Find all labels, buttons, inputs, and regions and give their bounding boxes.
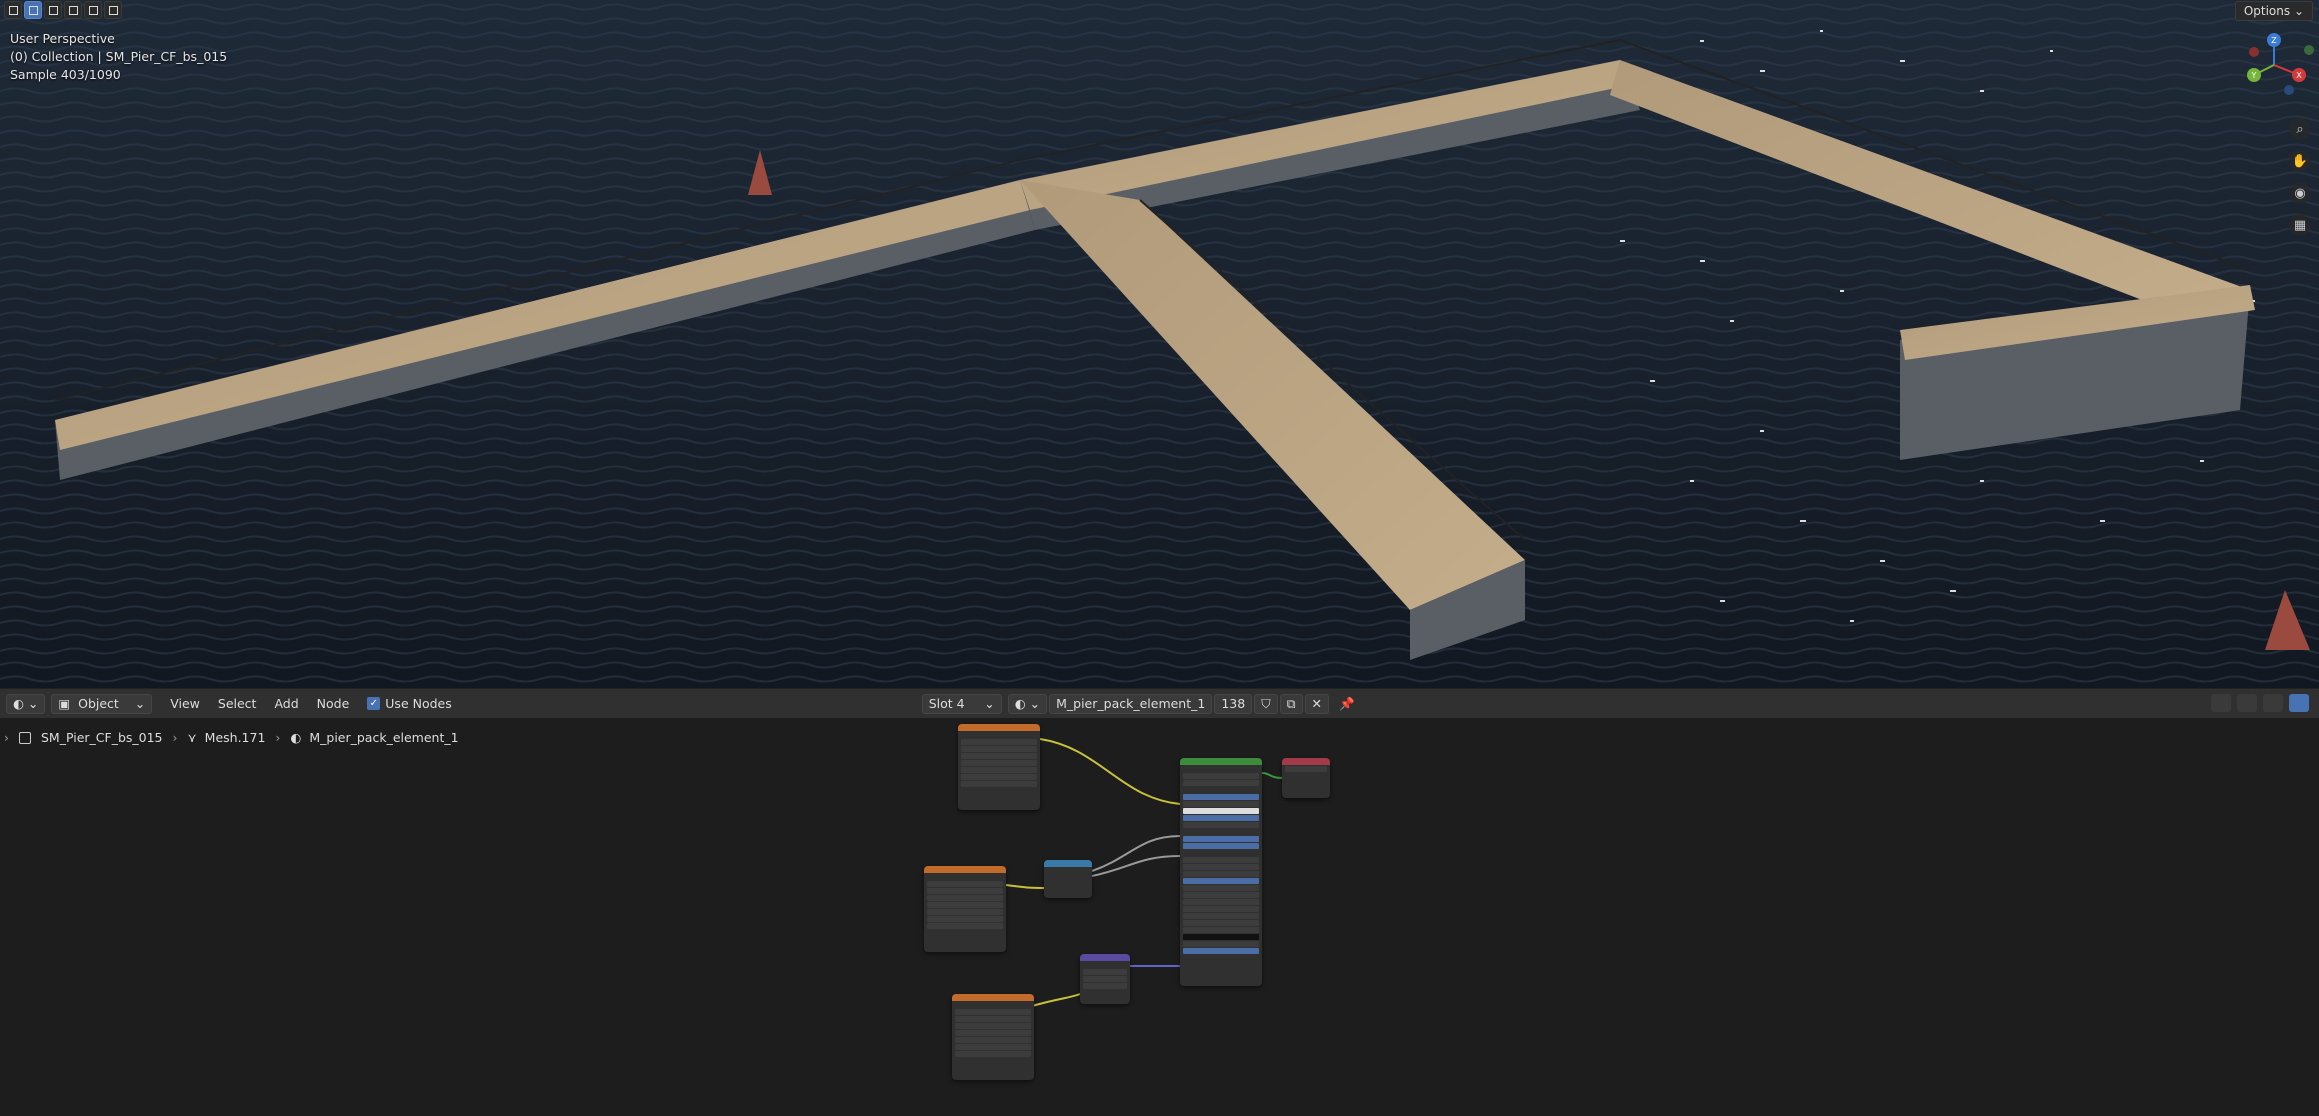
object-icon: ▣: [58, 696, 71, 711]
3d-viewport[interactable]: User Perspective (0) Collection | SM_Pie…: [0, 0, 2319, 688]
image-texture-node[interactable]: [924, 866, 1006, 952]
slot-dropdown[interactable]: Slot 4 ⌄: [921, 693, 1002, 714]
render-preview: [0, 0, 2319, 688]
use-nodes-checkbox[interactable]: ✓ Use Nodes: [367, 696, 452, 711]
use-nodes-label: Use Nodes: [385, 696, 452, 711]
checkmark-icon: ✓: [367, 697, 381, 710]
overlay-icon[interactable]: [2263, 694, 2283, 712]
svg-text:X: X: [2296, 71, 2302, 80]
user-count[interactable]: 138: [1214, 693, 1253, 714]
node-links: [1005, 738, 1283, 1007]
editor-type-dropdown[interactable]: ◐ ⌄: [6, 693, 46, 714]
duplicate-icon[interactable]: ⧉: [1279, 693, 1303, 714]
menu-add[interactable]: Add: [274, 696, 298, 711]
menu-node[interactable]: Node: [317, 696, 350, 711]
select-intersect-icon[interactable]: [104, 1, 122, 19]
collection-label: (0) Collection | SM_Pier_CF_bs_015: [10, 49, 228, 64]
node-editor-header: ◐ ⌄ ▣ Object ⌄ View Select Add Node ✓ Us…: [0, 688, 2319, 718]
options-button[interactable]: Options ⌄: [2234, 1, 2313, 21]
header-right-tools: [2211, 694, 2309, 712]
select-extend-icon[interactable]: [44, 1, 62, 19]
slot-label: Slot 4: [928, 696, 965, 711]
svg-text:Y: Y: [2251, 71, 2257, 80]
pan-hand-icon[interactable]: ✋: [2289, 150, 2311, 172]
parent-node-tree-icon[interactable]: [2211, 694, 2231, 712]
viewport-navigation: ⌕ ✋ ◉ ▦: [2289, 118, 2311, 236]
sidebar-toggle-icon[interactable]: [2289, 694, 2309, 712]
viewport-info: User Perspective (0) Collection | SM_Pie…: [10, 30, 227, 84]
navigation-gizmo[interactable]: Z Y X: [2229, 30, 2319, 100]
node-editor-canvas[interactable]: › SM_Pier_CF_bs_015 › ⋎ Mesh.171 › ◐ M_p…: [0, 718, 2319, 1116]
shader-type-label: Object: [78, 696, 119, 711]
camera-icon[interactable]: ◉: [2289, 182, 2311, 204]
select-invert-icon[interactable]: [84, 1, 102, 19]
material-name-field[interactable]: M_pier_pack_element_1: [1049, 693, 1213, 714]
select-box-icon[interactable]: [24, 1, 42, 19]
image-texture-node[interactable]: [952, 994, 1034, 1080]
cursor-tool-icon[interactable]: [4, 1, 22, 19]
normal-map-node[interactable]: [1080, 954, 1130, 1004]
menu-view[interactable]: View: [170, 696, 200, 711]
select-subtract-icon[interactable]: [64, 1, 82, 19]
separate-color-node[interactable]: [1044, 860, 1092, 898]
material-browse-button[interactable]: ◐ ⌄: [1007, 693, 1048, 714]
ortho-grid-icon[interactable]: ▦: [2289, 214, 2311, 236]
svg-text:Z: Z: [2271, 36, 2277, 45]
material-name: M_pier_pack_element_1: [1056, 696, 1206, 711]
view-perspective-label: User Perspective: [10, 31, 115, 46]
snap-icon[interactable]: [2237, 694, 2257, 712]
principled-bsdf-node[interactable]: [1180, 758, 1262, 986]
render-sample-label: Sample 403/1090: [10, 67, 121, 82]
material-output-node[interactable]: [1282, 758, 1330, 798]
unlink-close-icon[interactable]: ✕: [1304, 693, 1330, 714]
image-texture-node[interactable]: [958, 724, 1040, 810]
select-mode-toolbar: [0, 0, 126, 20]
fake-user-shield-icon[interactable]: ⛉: [1254, 693, 1278, 714]
pin-icon[interactable]: 📌: [1339, 696, 1355, 712]
zoom-icon[interactable]: ⌕: [2289, 118, 2311, 140]
menu-select[interactable]: Select: [218, 696, 257, 711]
shader-type-dropdown[interactable]: ▣ Object ⌄: [51, 693, 153, 714]
